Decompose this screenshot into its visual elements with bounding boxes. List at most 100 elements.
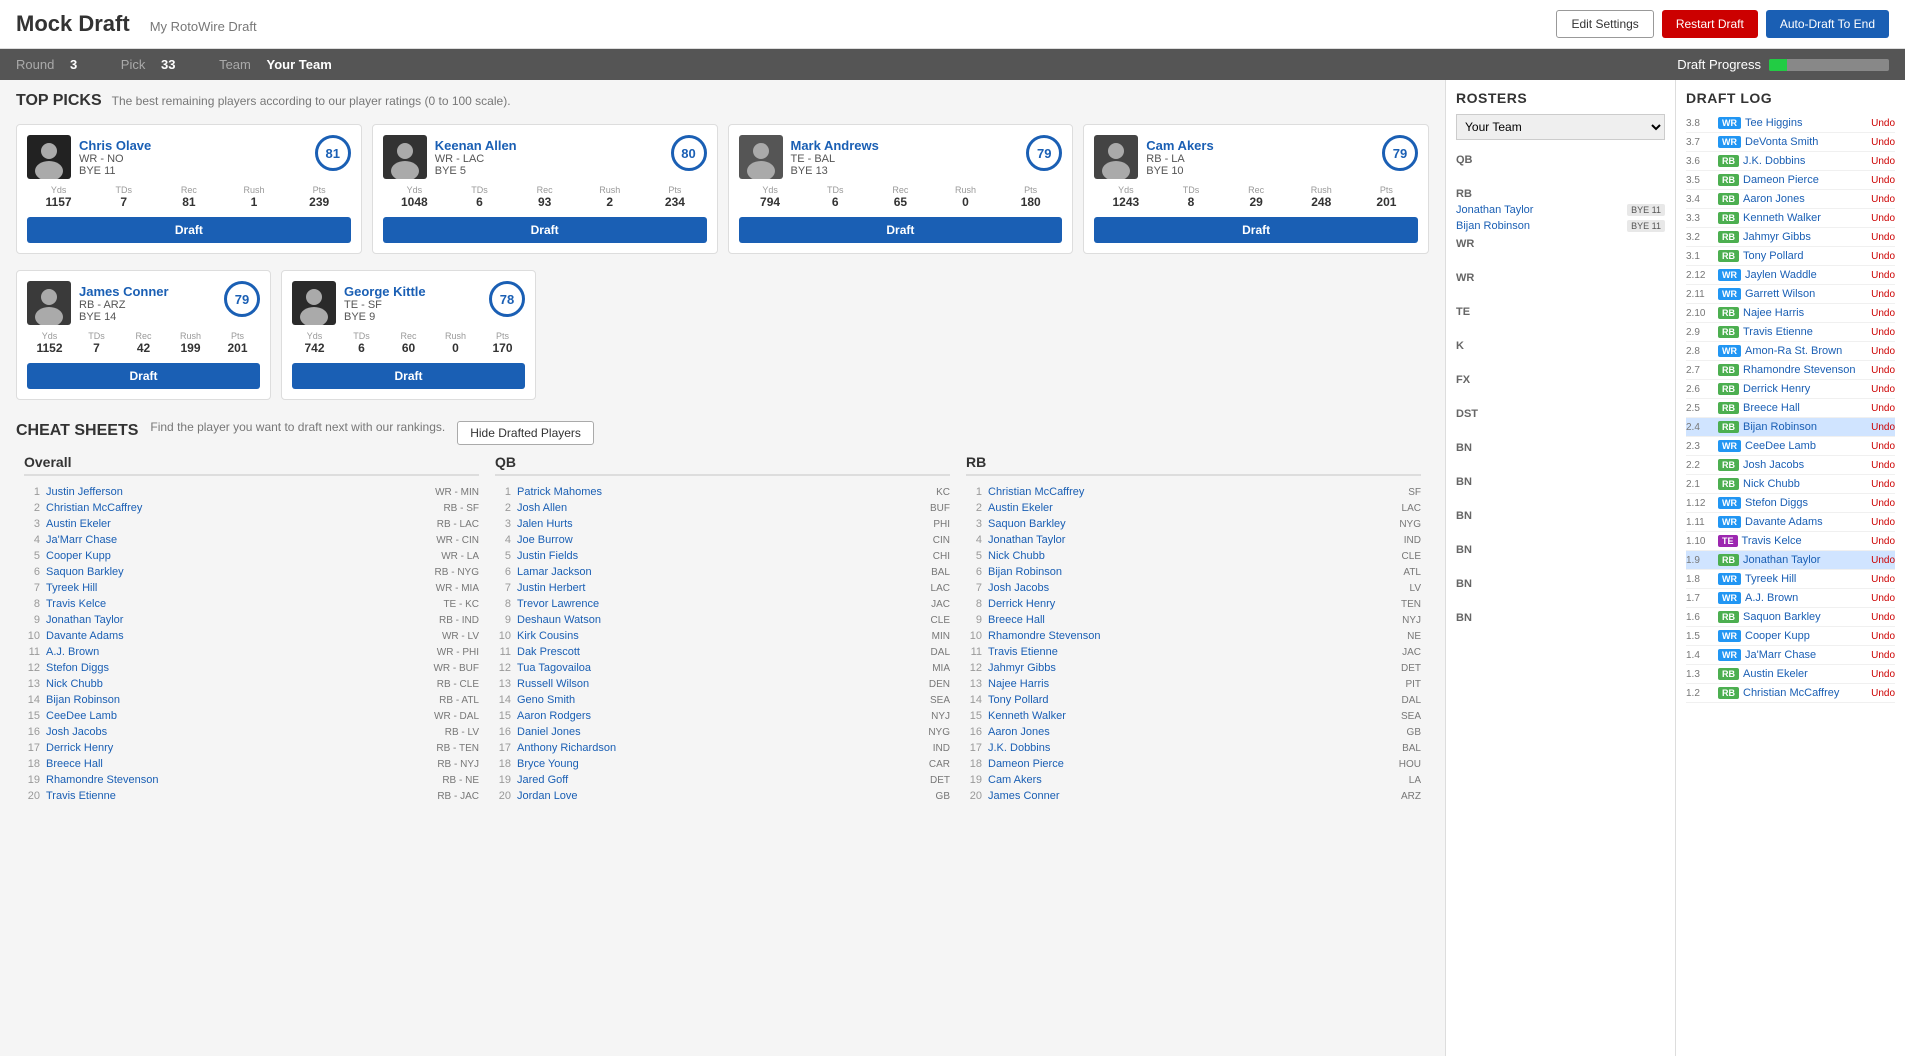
undo-button[interactable]: Undo: [1871, 346, 1895, 357]
cheat-player-name[interactable]: Bryce Young: [517, 758, 923, 770]
cheat-player-name[interactable]: Deshaun Watson: [517, 614, 925, 626]
hide-drafted-button[interactable]: Hide Drafted Players: [457, 421, 594, 445]
cheat-player-name[interactable]: Derrick Henry: [988, 598, 1395, 610]
cheat-player-name[interactable]: Bijan Robinson: [46, 694, 433, 706]
roster-player-name[interactable]: Bijan Robinson: [1456, 220, 1530, 232]
undo-button[interactable]: Undo: [1871, 479, 1895, 490]
cheat-player-name[interactable]: Austin Ekeler: [988, 502, 1396, 514]
draft-log-player-name[interactable]: Saquon Barkley: [1743, 611, 1867, 623]
cheat-player-name[interactable]: Daniel Jones: [517, 726, 922, 738]
draft-log-player-name[interactable]: Aaron Jones: [1743, 193, 1867, 205]
undo-button[interactable]: Undo: [1871, 669, 1895, 680]
cheat-player-name[interactable]: Cooper Kupp: [46, 550, 435, 562]
undo-button[interactable]: Undo: [1871, 593, 1895, 604]
cheat-player-name[interactable]: Travis Etienne: [988, 646, 1396, 658]
undo-button[interactable]: Undo: [1871, 137, 1895, 148]
cheat-player-name[interactable]: Patrick Mahomes: [517, 486, 930, 498]
draft-log-player-name[interactable]: A.J. Brown: [1745, 592, 1867, 604]
undo-button[interactable]: Undo: [1871, 175, 1895, 186]
cheat-player-name[interactable]: Kenneth Walker: [988, 710, 1395, 722]
undo-button[interactable]: Undo: [1871, 536, 1895, 547]
draft-log-player-name[interactable]: Rhamondre Stevenson: [1743, 364, 1867, 376]
cheat-player-name[interactable]: Christian McCaffrey: [988, 486, 1402, 498]
restart-draft-button[interactable]: Restart Draft: [1662, 10, 1758, 38]
cheat-player-name[interactable]: Tony Pollard: [988, 694, 1396, 706]
cheat-player-name[interactable]: Nick Chubb: [46, 678, 431, 690]
cheat-player-name[interactable]: Dameon Pierce: [988, 758, 1393, 770]
draft-button[interactable]: Draft: [739, 217, 1063, 243]
draft-log-player-name[interactable]: Breece Hall: [1743, 402, 1867, 414]
draft-log-player-name[interactable]: J.K. Dobbins: [1743, 155, 1867, 167]
cheat-player-name[interactable]: Josh Jacobs: [46, 726, 439, 738]
undo-button[interactable]: Undo: [1871, 194, 1895, 205]
cheat-player-name[interactable]: Jordan Love: [517, 790, 930, 802]
draft-button[interactable]: Draft: [1094, 217, 1418, 243]
draft-log-player-name[interactable]: Jahmyr Gibbs: [1743, 231, 1867, 243]
undo-button[interactable]: Undo: [1871, 574, 1895, 585]
cheat-player-name[interactable]: Geno Smith: [517, 694, 924, 706]
draft-log-player-name[interactable]: Stefon Diggs: [1745, 497, 1867, 509]
draft-log-player-name[interactable]: Cooper Kupp: [1745, 630, 1867, 642]
undo-button[interactable]: Undo: [1871, 460, 1895, 471]
undo-button[interactable]: Undo: [1871, 631, 1895, 642]
draft-log-player-name[interactable]: Travis Kelce: [1742, 535, 1868, 547]
cheat-player-name[interactable]: Aaron Jones: [988, 726, 1401, 738]
draft-log-player-name[interactable]: Dameon Pierce: [1743, 174, 1867, 186]
cheat-player-name[interactable]: Stefon Diggs: [46, 662, 427, 674]
draft-log-player-name[interactable]: Tony Pollard: [1743, 250, 1867, 262]
cheat-player-name[interactable]: Breece Hall: [988, 614, 1396, 626]
undo-button[interactable]: Undo: [1871, 308, 1895, 319]
cheat-player-name[interactable]: Saquon Barkley: [46, 566, 429, 578]
draft-log-player-name[interactable]: Jonathan Taylor: [1743, 554, 1867, 566]
cheat-player-name[interactable]: Trevor Lawrence: [517, 598, 925, 610]
cheat-player-name[interactable]: J.K. Dobbins: [988, 742, 1396, 754]
cheat-player-name[interactable]: Bijan Robinson: [988, 566, 1397, 578]
cheat-player-name[interactable]: Christian McCaffrey: [46, 502, 437, 514]
cheat-player-name[interactable]: Justin Fields: [517, 550, 927, 562]
draft-log-player-name[interactable]: DeVonta Smith: [1745, 136, 1867, 148]
cheat-player-name[interactable]: Jahmyr Gibbs: [988, 662, 1395, 674]
cheat-player-name[interactable]: Tyreek Hill: [46, 582, 430, 594]
undo-button[interactable]: Undo: [1871, 441, 1895, 452]
cheat-player-name[interactable]: Travis Kelce: [46, 598, 437, 610]
draft-log-player-name[interactable]: Tyreek Hill: [1745, 573, 1867, 585]
draft-log-player-name[interactable]: Garrett Wilson: [1745, 288, 1867, 300]
team-select[interactable]: Your Team: [1456, 114, 1665, 140]
cheat-player-name[interactable]: Jonathan Taylor: [988, 534, 1398, 546]
undo-button[interactable]: Undo: [1871, 688, 1895, 699]
undo-button[interactable]: Undo: [1871, 555, 1895, 566]
draft-log-player-name[interactable]: Davante Adams: [1745, 516, 1867, 528]
cheat-player-name[interactable]: CeeDee Lamb: [46, 710, 428, 722]
cheat-player-name[interactable]: Saquon Barkley: [988, 518, 1393, 530]
pick-name[interactable]: Mark Andrews: [791, 138, 1063, 153]
cheat-player-name[interactable]: Josh Allen: [517, 502, 924, 514]
draft-log-player-name[interactable]: CeeDee Lamb: [1745, 440, 1867, 452]
draft-log-player-name[interactable]: Austin Ekeler: [1743, 668, 1867, 680]
undo-button[interactable]: Undo: [1871, 384, 1895, 395]
cheat-player-name[interactable]: Rhamondre Stevenson: [46, 774, 436, 786]
auto-draft-button[interactable]: Auto-Draft To End: [1766, 10, 1889, 38]
undo-button[interactable]: Undo: [1871, 498, 1895, 509]
cheat-player-name[interactable]: A.J. Brown: [46, 646, 431, 658]
undo-button[interactable]: Undo: [1871, 422, 1895, 433]
cheat-player-name[interactable]: Cam Akers: [988, 774, 1403, 786]
cheat-player-name[interactable]: Travis Etienne: [46, 790, 431, 802]
undo-button[interactable]: Undo: [1871, 650, 1895, 661]
cheat-player-name[interactable]: Nick Chubb: [988, 550, 1396, 562]
draft-log-player-name[interactable]: Kenneth Walker: [1743, 212, 1867, 224]
draft-log-player-name[interactable]: Travis Etienne: [1743, 326, 1867, 338]
cheat-player-name[interactable]: Tua Tagovailoa: [517, 662, 926, 674]
draft-log-player-name[interactable]: Ja'Marr Chase: [1745, 649, 1867, 661]
cheat-player-name[interactable]: Justin Jefferson: [46, 486, 429, 498]
draft-log-player-name[interactable]: Amon-Ra St. Brown: [1745, 345, 1867, 357]
cheat-player-name[interactable]: Najee Harris: [988, 678, 1399, 690]
draft-button[interactable]: Draft: [27, 217, 351, 243]
cheat-player-name[interactable]: Derrick Henry: [46, 742, 430, 754]
cheat-player-name[interactable]: Breece Hall: [46, 758, 431, 770]
cheat-player-name[interactable]: Rhamondre Stevenson: [988, 630, 1401, 642]
cheat-player-name[interactable]: Lamar Jackson: [517, 566, 925, 578]
undo-button[interactable]: Undo: [1871, 365, 1895, 376]
pick-name[interactable]: Chris Olave: [79, 138, 351, 153]
cheat-player-name[interactable]: Russell Wilson: [517, 678, 923, 690]
cheat-player-name[interactable]: Joe Burrow: [517, 534, 927, 546]
